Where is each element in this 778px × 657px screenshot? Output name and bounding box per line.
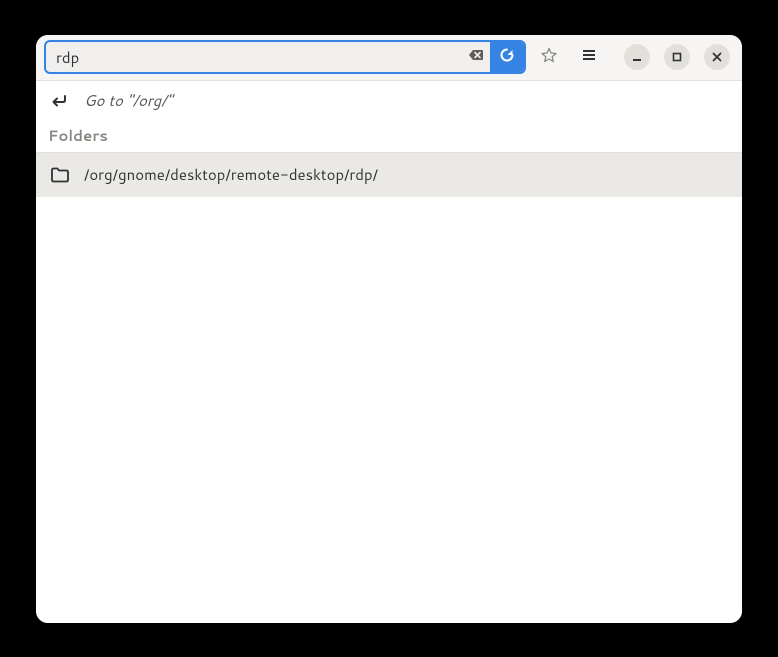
minimize-icon (632, 52, 642, 62)
maximize-button[interactable] (664, 44, 690, 70)
goto-row[interactable]: Go to "/org/" (36, 81, 742, 121)
folder-path-label: /org/gnome/desktop/remote-desktop/rdp/ (84, 164, 378, 185)
search-input[interactable] (46, 42, 462, 72)
close-icon (712, 52, 722, 62)
return-arrow-icon (50, 91, 70, 111)
clear-search-button[interactable] (462, 42, 490, 72)
folder-icon (48, 163, 72, 187)
search-group (44, 40, 526, 74)
reload-button[interactable] (490, 42, 524, 72)
menu-button[interactable] (572, 40, 606, 74)
app-window: Go to "/org/" Folders /org/gnome/desktop… (36, 35, 742, 623)
bookmark-button[interactable] (532, 40, 566, 74)
folders-section-header: Folders (36, 121, 742, 153)
star-icon (541, 47, 557, 68)
reload-icon (499, 47, 515, 68)
maximize-icon (672, 52, 682, 62)
header-bar (36, 35, 742, 81)
goto-label: Go to "/org/" (84, 90, 172, 111)
hamburger-icon (581, 47, 597, 68)
folder-row[interactable]: /org/gnome/desktop/remote-desktop/rdp/ (36, 153, 742, 197)
backspace-icon (468, 47, 484, 68)
minimize-button[interactable] (624, 44, 650, 70)
close-button[interactable] (704, 44, 730, 70)
content-area: Go to "/org/" Folders /org/gnome/desktop… (36, 81, 742, 623)
